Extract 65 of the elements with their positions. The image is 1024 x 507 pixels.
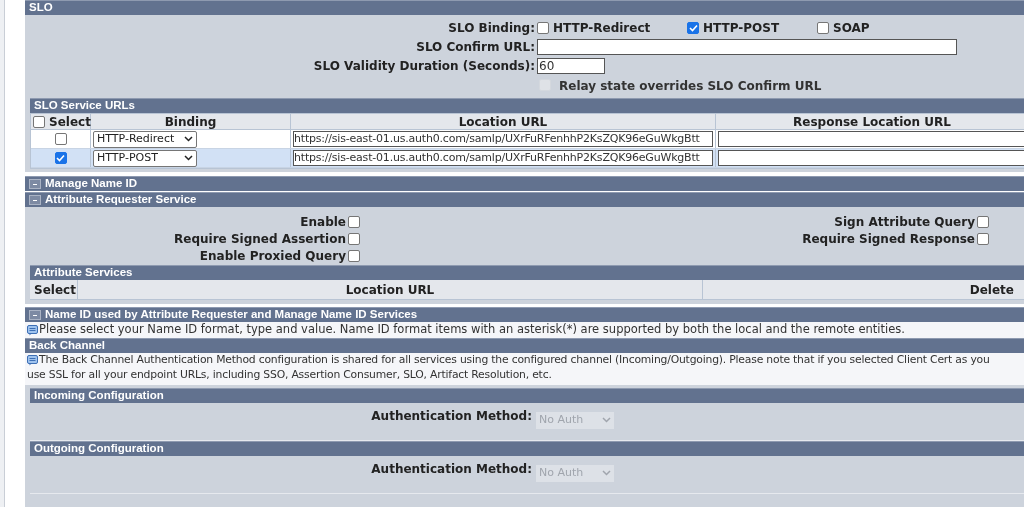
section-title: Outgoing Configuration <box>34 443 164 455</box>
checkbox[interactable] <box>977 232 989 245</box>
column-header: Select <box>49 113 91 131</box>
collapse-icon[interactable] <box>29 310 41 320</box>
checkbox[interactable] <box>687 22 699 34</box>
info-icon <box>27 324 38 336</box>
checkbox[interactable] <box>33 115 45 128</box>
dropdown[interactable]: HTTP-Redirect <box>93 130 197 148</box>
checkbox[interactable] <box>54 152 67 164</box>
option-label: HTTP-POST <box>703 20 780 37</box>
dropdown[interactable]: HTTP-POST <box>93 149 197 167</box>
column-header: Delete <box>969 281 1014 299</box>
option-label: Require Signed Assertion <box>174 230 346 248</box>
section-title: Attribute Requester Service <box>45 194 197 206</box>
checkmark-icon <box>688 24 698 32</box>
info-text: Please select your Name ID format, type and value. Name ID format items with an asterisk(*) are supported by both the local and the remote entities. <box>39 321 905 339</box>
info-text: use SSL for all your endpoint URLs, including SSO, Assertion Consumer, SLO, Artifact Resolution, etc. <box>27 367 552 384</box>
column-header: Binding <box>164 113 217 131</box>
section-title: SLO <box>29 2 53 14</box>
checkmark-icon <box>56 154 65 162</box>
chevron-icon <box>602 470 611 477</box>
option-label: Enable <box>300 213 346 231</box>
checkbox[interactable] <box>54 133 67 145</box>
option-label: Sign Attribute Query <box>834 213 975 231</box>
chevron-icon <box>184 155 193 161</box>
option-label: HTTP-Redirect <box>553 20 651 37</box>
section-title: Name ID used by Attribute Requester and Manage Name ID Services <box>45 309 418 321</box>
chevron-icon <box>184 136 193 142</box>
confirm-url-field[interactable] <box>537 38 957 55</box>
option-label: Relay state overrides SLO Confirm URL <box>559 77 822 95</box>
response-url-field[interactable] <box>718 131 1024 147</box>
column-header: Location URL <box>458 113 548 131</box>
info-icon <box>27 355 38 366</box>
section-title: SLO Service URLs <box>34 100 135 112</box>
column-header: Response Location URL <box>793 113 951 131</box>
table-row[interactable]: HTTP-POST https://sis-east-01.us.auth0.com/samlp/UXrFuRFenhhP2KsZQK96eGuWkgBtt <box>31 149 1024 168</box>
collapse-icon[interactable] <box>29 179 41 189</box>
checkbox[interactable] <box>537 22 549 34</box>
chevron-icon <box>602 417 611 424</box>
checkbox[interactable] <box>817 22 829 34</box>
info-text: The Back Channel Authentication Method configuration is shared for all services using the configured channel (Incoming/Outgoing). Please note that if you selected Client Cert as you <box>39 352 990 369</box>
collapse-icon[interactable] <box>29 195 41 205</box>
field-label: Authentication Method: <box>370 408 532 425</box>
field-label: Authentication Method: <box>370 461 532 478</box>
option-label: SOAP <box>833 20 870 37</box>
checkbox[interactable] <box>977 215 989 228</box>
field-label: SLO Validity Duration (Seconds): <box>312 58 535 75</box>
location-url-field[interactable]: https://sis-east-01.us.auth0.com/samlp/UXrFuRFenhhP2KsZQK96eGuWkgBtt <box>293 150 713 166</box>
checkbox[interactable] <box>348 232 360 245</box>
section-title: Manage Name ID <box>45 178 138 190</box>
table-row[interactable]: HTTP-Redirect https://sis-east-01.us.auth0.com/samlp/UXrFuRFenhhP2KsZQK96eGuWkgBtt <box>31 130 1024 149</box>
location-url-field[interactable]: https://sis-east-01.us.auth0.com/samlp/UXrFuRFenhhP2KsZQK96eGuWkgBtt <box>293 131 713 147</box>
validity-field[interactable]: 60 <box>537 58 605 74</box>
field-label: SLO Binding: <box>447 20 535 37</box>
option-label: Enable Proxied Query <box>199 247 346 265</box>
checkbox[interactable] <box>348 249 360 262</box>
section-title: Attribute Services <box>34 267 133 279</box>
field-label: SLO Confirm URL: <box>415 38 535 56</box>
section-title: Incoming Configuration <box>34 390 164 402</box>
option-label: Require Signed Response <box>802 230 975 248</box>
column-header: Select <box>34 281 76 299</box>
checkbox[interactable] <box>348 215 360 228</box>
response-url-field[interactable] <box>718 150 1024 166</box>
column-header: Location URL <box>345 281 435 299</box>
section-title: Back Channel <box>29 340 106 352</box>
